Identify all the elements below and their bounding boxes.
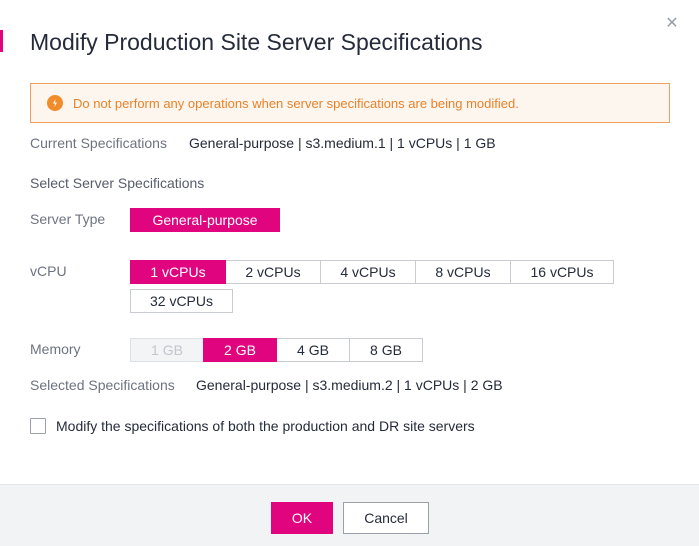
memory-option-4gb[interactable]: 4 GB [276, 338, 350, 362]
selected-specs-label: Selected Specifications [30, 377, 175, 393]
current-specs-label: Current Specifications [30, 135, 167, 151]
memory-option-1gb: 1 GB [130, 338, 204, 362]
vcpu-option-1[interactable]: 1 vCPUs [130, 260, 226, 284]
close-icon[interactable]: ✕ [662, 14, 682, 34]
both-sites-checkbox[interactable] [30, 418, 46, 434]
warning-icon [47, 95, 63, 111]
memory-options: 1 GB 2 GB 4 GB 8 GB [130, 338, 423, 362]
vcpu-option-2[interactable]: 2 vCPUs [225, 260, 321, 284]
alert-text: Do not perform any operations when serve… [73, 95, 519, 111]
memory-option-8gb[interactable]: 8 GB [349, 338, 423, 362]
vcpu-option-32[interactable]: 32 vCPUs [130, 289, 233, 313]
vcpu-option-16[interactable]: 16 vCPUs [510, 260, 614, 284]
both-sites-label[interactable]: Modify the specifications of both the pr… [56, 418, 475, 434]
vcpu-option-4[interactable]: 4 vCPUs [320, 260, 416, 284]
warning-alert: Do not perform any operations when serve… [30, 83, 670, 123]
selected-specs-value: General-purpose | s3.medium.2 | 1 vCPUs … [196, 377, 503, 393]
server-type-options: General-purpose [130, 208, 280, 232]
title-accent-bar [0, 30, 3, 52]
both-sites-checkbox-row[interactable]: Modify the specifications of both the pr… [30, 418, 475, 434]
dialog-footer: OK Cancel [0, 484, 699, 546]
select-specs-title: Select Server Specifications [30, 175, 205, 191]
modify-specs-dialog: Modify Production Site Server Specificat… [0, 0, 699, 546]
memory-option-2gb[interactable]: 2 GB [203, 338, 277, 362]
vcpu-option-8[interactable]: 8 vCPUs [415, 260, 511, 284]
server-type-option-general-purpose[interactable]: General-purpose [130, 208, 280, 232]
dialog-title: Modify Production Site Server Specificat… [30, 29, 483, 55]
vcpu-label: vCPU [30, 263, 67, 279]
memory-label: Memory [30, 341, 81, 357]
ok-button[interactable]: OK [271, 502, 333, 534]
vcpu-options: 1 vCPUs 2 vCPUs 4 vCPUs 8 vCPUs 16 vCPUs [130, 260, 615, 284]
current-specs-value: General-purpose | s3.medium.1 | 1 vCPUs … [189, 135, 496, 151]
server-type-label: Server Type [30, 211, 106, 227]
vcpu-options-row2: 32 vCPUs [130, 289, 233, 313]
cancel-button[interactable]: Cancel [343, 502, 429, 534]
